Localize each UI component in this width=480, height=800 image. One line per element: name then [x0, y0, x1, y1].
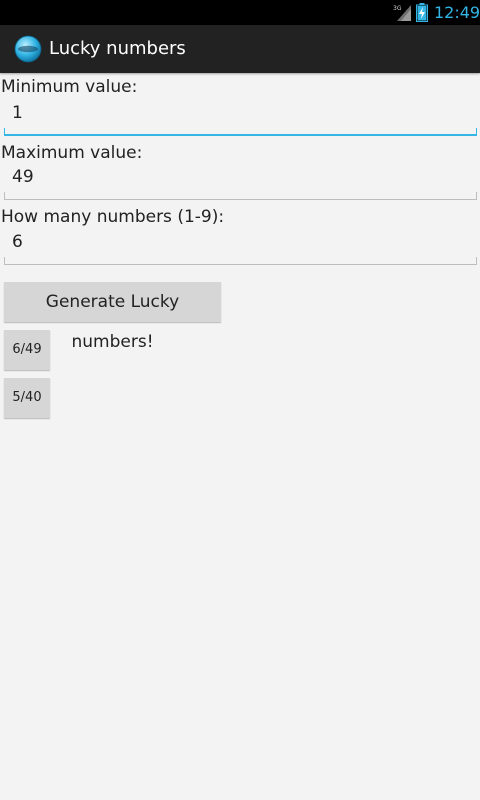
maximum-value-underline	[4, 192, 477, 200]
status-clock: 12:49	[434, 3, 480, 22]
count-input[interactable]	[4, 225, 477, 259]
status-bar: 3G 12:49	[0, 0, 480, 25]
battery-charging-icon	[416, 3, 428, 22]
preset-6-49-button[interactable]: 6/49	[4, 330, 50, 370]
app-title: Lucky numbers	[49, 38, 186, 59]
generate-button[interactable]: Generate Lucky numbers!	[4, 282, 221, 352]
minimum-value-label: Minimum value:	[1, 77, 138, 97]
network-type-label: 3G	[393, 5, 402, 12]
minimum-value-field[interactable]	[4, 96, 477, 136]
lucky-logo-icon[interactable]	[14, 35, 42, 63]
action-bar: Lucky numbers	[0, 25, 480, 73]
count-underline	[4, 257, 477, 265]
minimum-value-underline	[4, 128, 477, 136]
count-field[interactable]	[4, 225, 477, 265]
maximum-value-input[interactable]	[4, 160, 477, 194]
preset-5-40-button[interactable]: 5/40	[4, 378, 50, 418]
maximum-value-field[interactable]	[4, 160, 477, 200]
minimum-value-input[interactable]	[4, 96, 477, 130]
signal-3g-icon: 3G	[393, 5, 411, 21]
